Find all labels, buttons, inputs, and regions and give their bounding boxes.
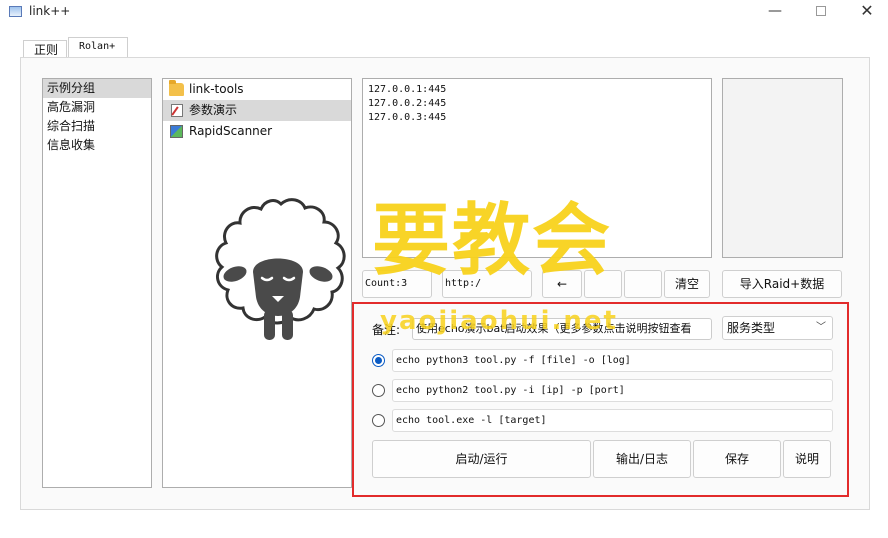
save-button[interactable]: 保存 [693, 440, 781, 478]
run-button[interactable]: 启动/运行 [372, 440, 591, 478]
clear-button[interactable]: 清空 [664, 270, 710, 298]
folder-icon [169, 80, 184, 96]
group-item[interactable]: 信息收集 [43, 136, 151, 155]
close-button[interactable]: ✕ [844, 0, 888, 24]
tab-rolan[interactable]: Rolan+ [68, 37, 128, 58]
title-bar: link++ — ✕ [0, 0, 888, 24]
tool-item-label: RapidScanner [189, 124, 273, 138]
maximize-icon [816, 6, 826, 16]
service-type-select[interactable]: 服务类型 ﹀ [722, 316, 833, 340]
window-title: link++ [29, 4, 71, 18]
group-list[interactable]: 示例分组 高危漏洞 综合扫描 信息收集 [42, 78, 152, 488]
tool-item-label: link-tools [189, 82, 244, 96]
toolbar-button-5[interactable] [624, 270, 662, 298]
preview-panel [722, 78, 843, 258]
document-icon [171, 104, 183, 117]
command-radio-2[interactable] [372, 384, 385, 397]
minimize-button[interactable]: — [752, 0, 798, 24]
app-window-icon [9, 6, 22, 17]
app-icon [170, 125, 183, 138]
sheep-logo-icon [215, 198, 346, 340]
command-input-2[interactable]: echo python2 tool.py -i [ip] -p [port] [392, 379, 833, 402]
tab-regex[interactable]: 正则 [23, 40, 67, 58]
tool-item-label: 参数演示 [189, 103, 238, 117]
tool-item-param-demo[interactable]: 参数演示 [163, 100, 351, 121]
tool-item-link-tools[interactable]: link-tools [163, 79, 351, 100]
command-input-1[interactable]: echo python3 tool.py -f [file] -o [log] [392, 349, 833, 372]
command-input-3[interactable]: echo tool.exe -l [target] [392, 409, 833, 432]
watermark-url: yaojiaohui.net [380, 306, 618, 336]
command-radio-1[interactable] [372, 354, 385, 367]
command-radio-3[interactable] [372, 414, 385, 427]
help-button[interactable]: 说明 [783, 440, 831, 478]
watermark-text: 要教会 [372, 195, 613, 286]
output-log-button[interactable]: 输出/日志 [593, 440, 691, 478]
group-item[interactable]: 示例分组 [43, 79, 151, 98]
import-raid-button[interactable]: 导入Raid+数据 [722, 270, 842, 298]
tool-item-rapidscanner[interactable]: RapidScanner [163, 121, 351, 142]
group-item[interactable]: 高危漏洞 [43, 98, 151, 117]
service-type-value: 服务类型 [727, 321, 776, 335]
group-item[interactable]: 综合扫描 [43, 117, 151, 136]
maximize-button[interactable] [798, 0, 844, 24]
chevron-down-icon: ﹀ [816, 322, 826, 333]
